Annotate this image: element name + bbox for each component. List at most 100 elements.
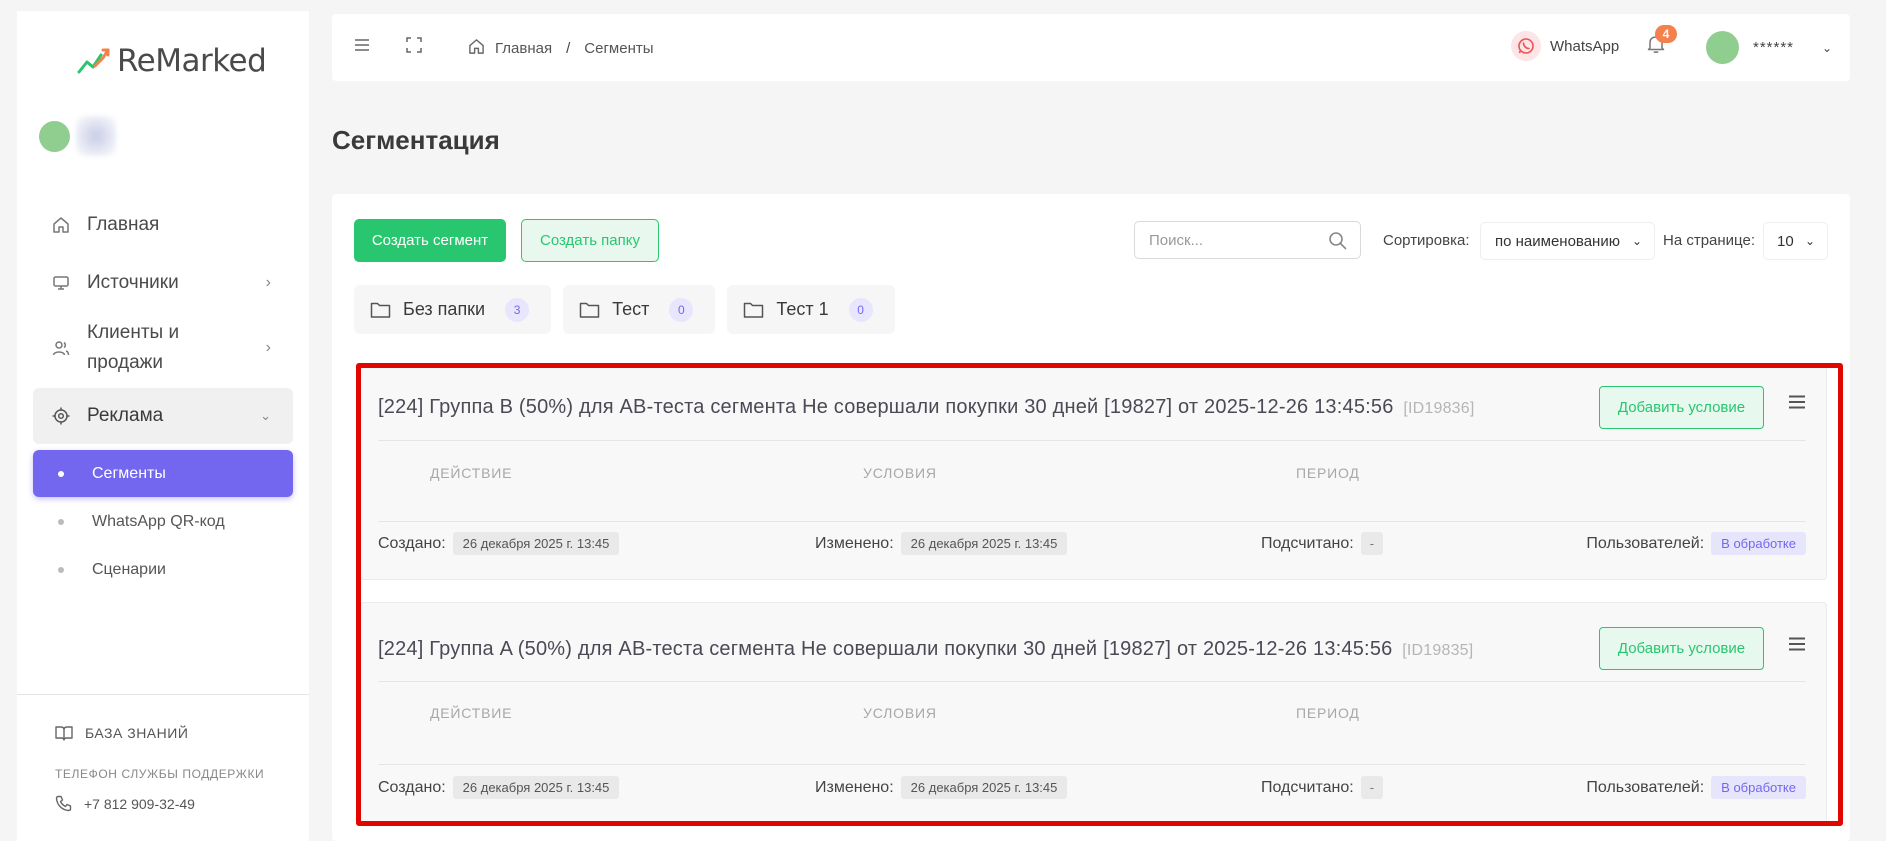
- blurred-user-image: [76, 116, 116, 156]
- sidebar-submenu: Сегменты WhatsApp QR-код Сценарии: [33, 450, 293, 593]
- whatsapp-button[interactable]: WhatsApp: [1511, 31, 1619, 61]
- chevron-down-icon: ⌄: [1631, 234, 1642, 248]
- segment-title[interactable]: [224] Группа B (50%) для AB-теста сегмен…: [378, 396, 1475, 419]
- sidebar-subitem-segments[interactable]: Сегменты: [33, 450, 293, 497]
- fullscreen-icon[interactable]: [406, 37, 422, 58]
- brand-name: ReMarked: [117, 43, 267, 79]
- whatsapp-icon: [1511, 31, 1541, 61]
- sidebar-item-label: Главная: [87, 214, 160, 235]
- bullet-icon: [58, 470, 64, 477]
- folder-test-1[interactable]: Тест 1 0: [727, 285, 895, 334]
- divider: [378, 440, 1806, 441]
- modified-meta: Изменено: 26 декабря 2025 г. 13:45: [815, 532, 1068, 555]
- sidebar-subitem-label: WhatsApp QR-код: [92, 512, 225, 530]
- breadcrumb-current: Сегменты: [584, 40, 654, 57]
- segment-card: [224] Группа A (50%) для AB-теста сегмен…: [360, 602, 1827, 824]
- segment-id: [ID19836]: [1403, 400, 1475, 417]
- column-header-period: ПЕРИОД: [1296, 465, 1360, 481]
- users-meta: Пользователей: В обработке: [1586, 532, 1806, 555]
- segment-title[interactable]: [224] Группа A (50%) для AB-теста сегмен…: [378, 638, 1473, 661]
- add-condition-button[interactable]: Добавить условие: [1599, 627, 1764, 670]
- home-icon: [51, 215, 71, 235]
- sidebar-item-ads[interactable]: Реклама ⌄: [33, 388, 293, 444]
- counted-value: -: [1360, 532, 1384, 555]
- breadcrumb-home[interactable]: Главная: [495, 40, 552, 57]
- search-icon[interactable]: [1328, 231, 1347, 255]
- created-date: 26 декабря 2025 г. 13:45: [452, 532, 620, 555]
- chevron-down-icon: ⌄: [260, 408, 271, 423]
- sort-select[interactable]: по наименованию ⌄: [1480, 222, 1655, 260]
- folder-test[interactable]: Тест 0: [563, 285, 716, 334]
- folder-icon: [579, 302, 600, 318]
- avatar: [39, 120, 70, 152]
- chevron-down-icon: ⌄: [1822, 40, 1833, 55]
- folder-icon: [744, 302, 764, 318]
- folder-count-badge: 0: [669, 297, 694, 322]
- users-label: Пользователей:: [1586, 778, 1705, 796]
- support-phone-link[interactable]: +7 812 909-32-49: [55, 795, 309, 812]
- created-meta: Создано: 26 декабря 2025 г. 13:45: [378, 776, 620, 799]
- monitor-icon: [51, 273, 71, 293]
- avatar: [1706, 31, 1739, 64]
- segment-id: [ID19835]: [1402, 642, 1474, 659]
- status-badge: В обработке: [1711, 776, 1806, 799]
- home-icon[interactable]: [468, 38, 485, 59]
- users-meta: Пользователей: В обработке: [1586, 776, 1806, 799]
- brand-logo[interactable]: ReMarked: [77, 43, 267, 79]
- user-name: ******: [1753, 39, 1795, 56]
- menu-icon[interactable]: [1788, 637, 1806, 656]
- column-header-period: ПЕРИОД: [1296, 705, 1360, 721]
- sidebar-user[interactable]: [39, 116, 116, 156]
- notification-badge: 4: [1655, 25, 1677, 43]
- modified-date: 26 декабря 2025 г. 13:45: [900, 776, 1068, 799]
- support-phone-label: ТЕЛЕФОН СЛУЖБЫ ПОДДЕРЖКИ: [55, 767, 265, 781]
- folder-count-badge: 0: [848, 297, 873, 322]
- chevron-down-icon: ⌄: [1804, 234, 1815, 248]
- counted-meta: Подсчитано: -: [1261, 532, 1384, 555]
- sidebar-nav: Главная Источники › Клиенты и продажи › …: [33, 196, 293, 594]
- column-header-conditions: УСЛОВИЯ: [863, 465, 937, 481]
- user-menu[interactable]: ****** ⌄: [1706, 31, 1832, 64]
- users-label: Пользователей:: [1586, 534, 1705, 552]
- sidebar-item-label: Клиенты и продажи: [87, 322, 180, 373]
- sidebar-subitem-scenarios[interactable]: Сценарии: [33, 546, 293, 593]
- bullet-icon: [58, 518, 64, 525]
- counted-label: Подсчитано:: [1261, 534, 1354, 552]
- sidebar-item-label: Источники: [87, 272, 179, 293]
- menu-icon[interactable]: [1788, 395, 1806, 414]
- breadcrumb-separator: /: [566, 40, 571, 57]
- sidebar-footer: БАЗА ЗНАНИЙ ТЕЛЕФОН СЛУЖБЫ ПОДДЕРЖКИ +7 …: [17, 694, 309, 812]
- sidebar-subitem-whatsapp-qr[interactable]: WhatsApp QR-код: [33, 498, 293, 545]
- sidebar-item-home[interactable]: Главная: [33, 196, 293, 254]
- segment-title-text: [224] Группа A (50%) для AB-теста сегмен…: [378, 638, 1393, 660]
- folder-no-folder[interactable]: Без папки 3: [354, 285, 552, 334]
- sort-label: Сортировка:: [1383, 232, 1470, 249]
- bullet-icon: [58, 566, 64, 573]
- modified-label: Изменено:: [815, 534, 894, 552]
- per-page-select[interactable]: 10 ⌄: [1763, 222, 1828, 260]
- target-icon: [51, 406, 71, 426]
- counted-label: Подсчитано:: [1261, 778, 1354, 796]
- logo-chart-icon: [77, 48, 110, 74]
- page-title: Сегментация: [332, 125, 500, 155]
- chevron-right-icon: ›: [265, 274, 271, 291]
- created-meta: Создано: 26 декабря 2025 г. 13:45: [378, 532, 620, 555]
- counted-meta: Подсчитано: -: [1261, 776, 1384, 799]
- menu-toggle-icon[interactable]: [354, 38, 370, 57]
- folder-list: Без папки 3 Тест 0 Тест 1 0: [354, 285, 895, 334]
- search-input[interactable]: [1134, 221, 1361, 259]
- add-condition-button[interactable]: Добавить условие: [1599, 386, 1764, 429]
- create-folder-button[interactable]: Создать папку: [521, 219, 659, 262]
- divider: [378, 681, 1806, 682]
- folder-name: Тест 1: [776, 299, 829, 319]
- segment-card: [224] Группа B (50%) для AB-теста сегмен…: [360, 366, 1827, 580]
- breadcrumb: Главная / Сегменты: [468, 38, 654, 59]
- knowledge-base-link[interactable]: БАЗА ЗНАНИЙ: [55, 725, 309, 741]
- support-phone-number: +7 812 909-32-49: [84, 795, 195, 812]
- sidebar-item-clients[interactable]: Клиенты и продажи ›: [33, 312, 293, 384]
- folder-icon: [370, 302, 391, 318]
- sidebar-item-sources[interactable]: Источники ›: [33, 254, 293, 312]
- create-segment-button[interactable]: Создать сегмент: [354, 219, 506, 262]
- users-icon: [51, 338, 71, 358]
- folder-name: Без папки: [403, 299, 486, 319]
